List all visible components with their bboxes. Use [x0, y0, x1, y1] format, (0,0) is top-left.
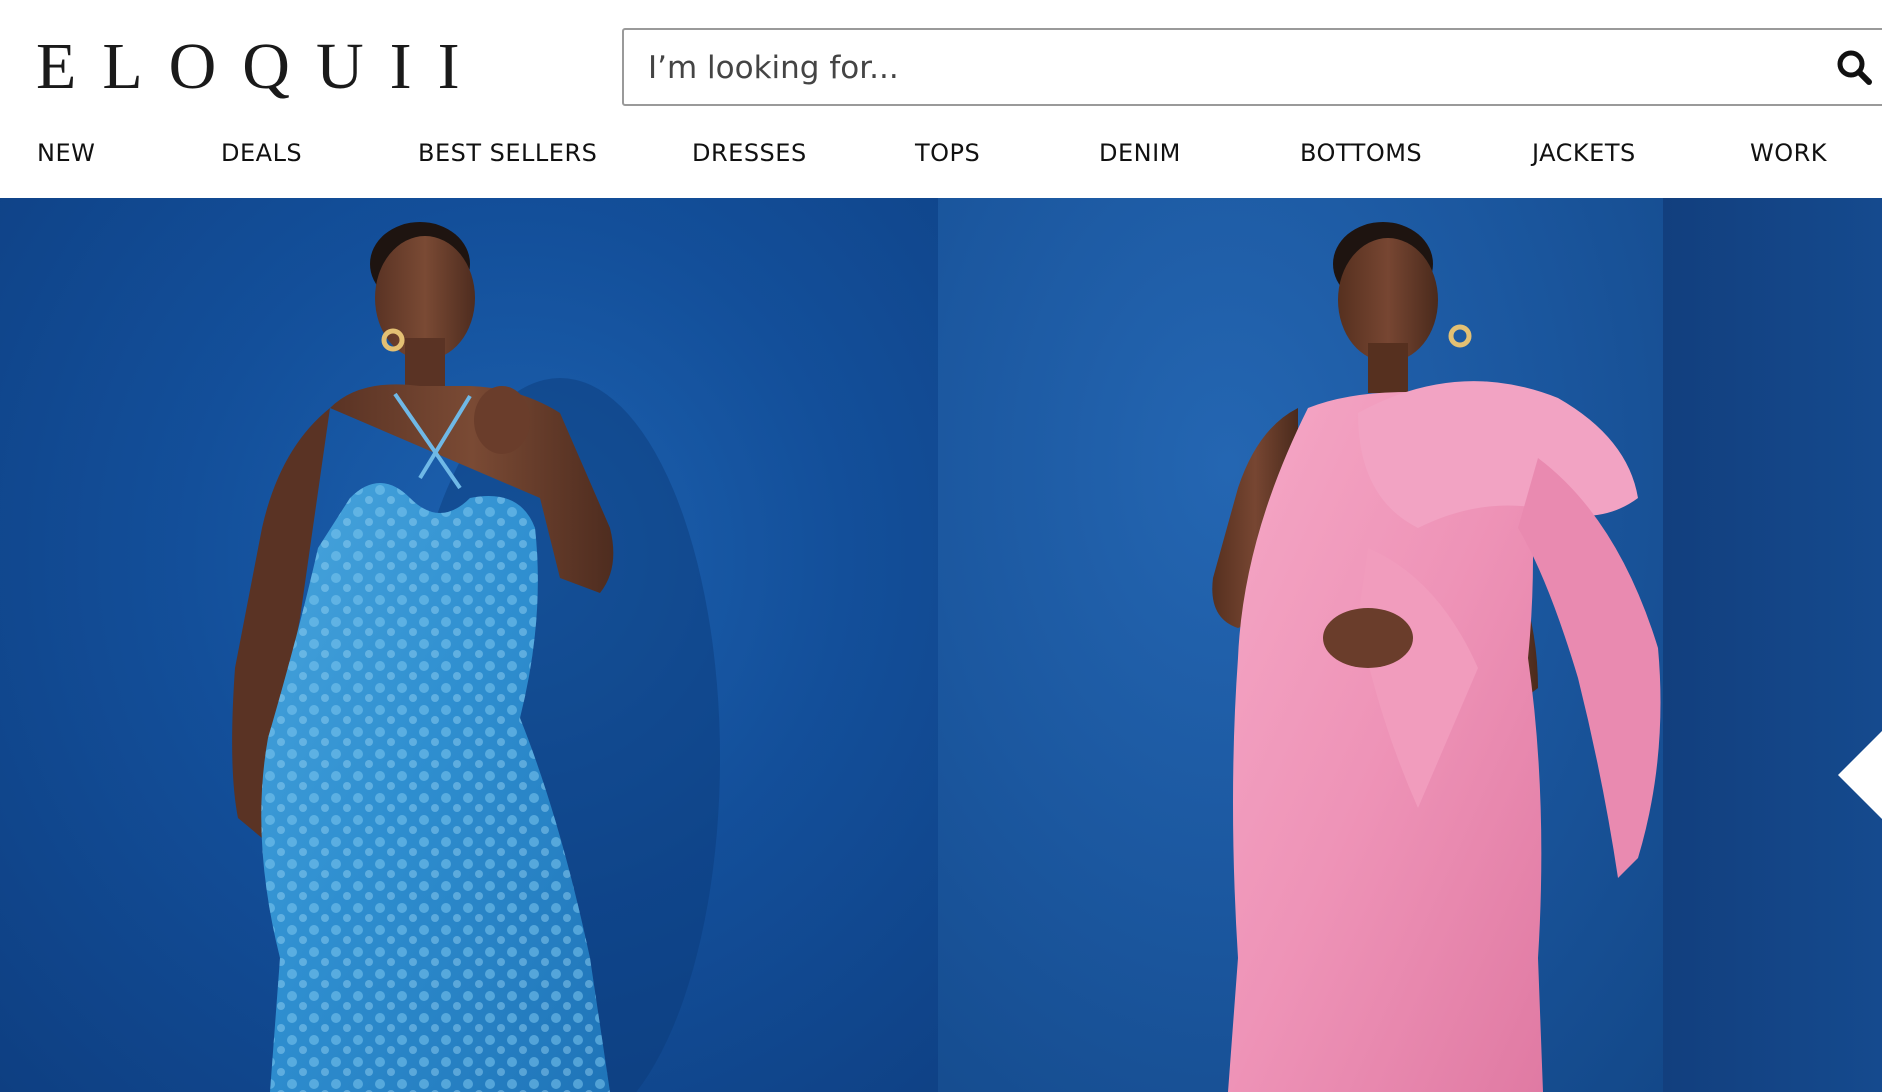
brand-logo[interactable]: ELOQUII — [36, 34, 486, 100]
nav-item-new[interactable]: NEW — [37, 136, 95, 170]
nav-item-work[interactable]: WORK — [1750, 136, 1827, 170]
search-button[interactable] — [1831, 44, 1879, 92]
carousel-next-button[interactable] — [1838, 731, 1882, 819]
nav-item-jackets[interactable]: JACKETS — [1532, 136, 1636, 170]
model-blue-sequin-dress-image — [232, 222, 720, 1092]
hero-slide-blue-dress[interactable] — [0, 198, 938, 1092]
search-bar — [622, 28, 1882, 106]
nav-item-deals[interactable]: DEALS — [221, 136, 302, 170]
hero-slide-next-peek — [1663, 198, 1882, 1092]
model-pink-bow-gown-image — [1212, 222, 1661, 1092]
nav-item-best-sellers[interactable]: BEST SELLERS — [418, 136, 597, 170]
main-nav: NEW DEALS BEST SELLERS DRESSES TOPS DENI… — [0, 136, 1882, 176]
nav-item-denim[interactable]: DENIM — [1099, 136, 1181, 170]
nav-item-bottoms[interactable]: BOTTOMS — [1300, 136, 1422, 170]
page: ELOQUII NEW DEALS BEST SELLERS DRESSES T… — [0, 0, 1882, 1092]
search-input[interactable] — [646, 30, 1770, 106]
hero-carousel[interactable] — [0, 198, 1882, 1092]
site-header: ELOQUII NEW DEALS BEST SELLERS DRESSES T… — [0, 0, 1882, 198]
nav-item-dresses[interactable]: DRESSES — [692, 136, 807, 170]
nav-item-tops[interactable]: TOPS — [915, 136, 980, 170]
hero-slide-pink-gown[interactable] — [938, 198, 1663, 1092]
search-icon — [1837, 50, 1872, 85]
